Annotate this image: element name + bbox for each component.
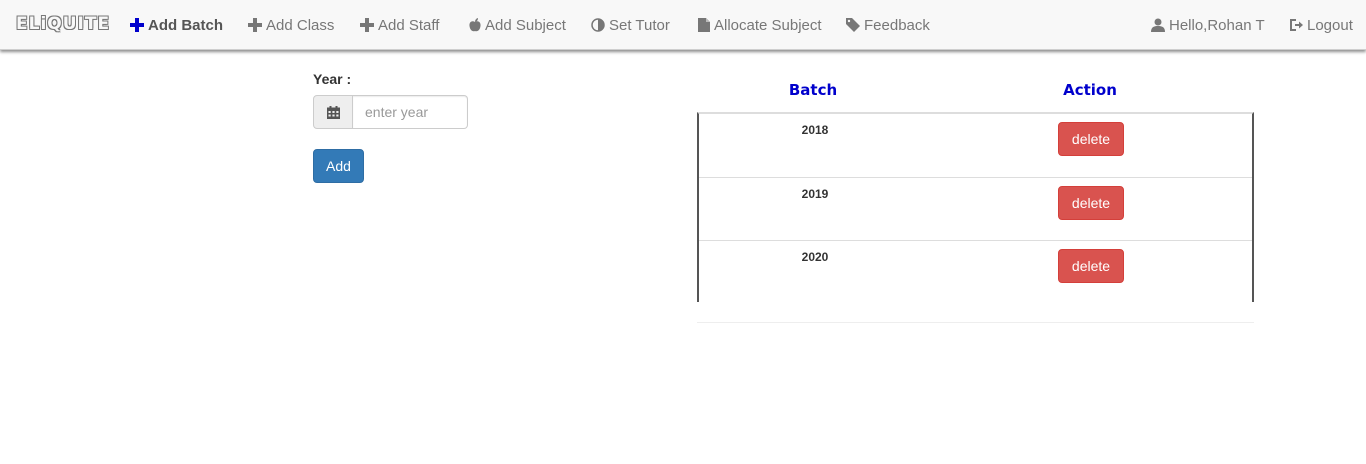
apple-icon	[469, 18, 481, 32]
nav-feedback[interactable]: Feedback	[846, 15, 930, 35]
nav-add-batch-label: Add Batch	[148, 16, 223, 34]
year-input-group	[313, 95, 468, 129]
logout-label: Logout	[1307, 16, 1353, 34]
batch-year-cell: 2020	[801, 250, 829, 264]
logout-icon	[1290, 19, 1303, 31]
plus-icon	[130, 18, 144, 32]
half-circle-icon	[591, 18, 605, 32]
user-greeting[interactable]: Hello,Rohan T	[1151, 15, 1265, 35]
nav-add-staff-label: Add Staff	[378, 16, 440, 34]
nav-add-subject[interactable]: Add Subject	[469, 15, 566, 35]
nav-add-subject-label: Add Subject	[485, 16, 566, 34]
table-row: 2020 delete	[699, 240, 1252, 303]
table-row: 2018 delete	[699, 114, 1252, 177]
nav-feedback-label: Feedback	[864, 16, 930, 34]
add-button[interactable]: Add	[313, 149, 364, 183]
nav-add-staff[interactable]: Add Staff	[360, 15, 439, 35]
file-icon	[698, 18, 710, 32]
year-input-addon	[313, 95, 353, 129]
plus-icon	[360, 18, 374, 32]
nav-add-class-label: Add Class	[266, 16, 335, 34]
year-input[interactable]	[353, 95, 468, 129]
year-label: Year :	[313, 71, 352, 87]
nav-set-tutor-label: Set Tutor	[609, 16, 670, 34]
user-greeting-label: Hello,Rohan T	[1169, 16, 1265, 34]
delete-button[interactable]: delete	[1058, 186, 1124, 220]
calendar-icon	[326, 105, 340, 119]
nav-set-tutor[interactable]: Set Tutor	[591, 15, 670, 35]
delete-button[interactable]: delete	[1058, 122, 1124, 156]
top-navbar: ELiQUITE Add Batch Add Class Add Staff A…	[0, 0, 1366, 50]
table-bottom-divider	[697, 322, 1254, 323]
batch-year-cell: 2019	[801, 187, 829, 201]
logout-link[interactable]: Logout	[1289, 15, 1353, 35]
batch-table: 2018 delete 2019 delete 2020 delete	[697, 112, 1254, 302]
delete-button[interactable]: delete	[1058, 249, 1124, 283]
plus-icon	[248, 18, 262, 32]
nav-allocate-subject[interactable]: Allocate Subject	[698, 15, 822, 35]
nav-add-batch[interactable]: Add Batch	[130, 15, 223, 35]
user-icon	[1151, 18, 1165, 32]
table-row: 2019 delete	[699, 177, 1252, 240]
brand-logo[interactable]: ELiQUITE	[16, 14, 110, 34]
batch-year-cell: 2018	[801, 123, 829, 137]
nav-allocate-subject-label: Allocate Subject	[714, 16, 822, 34]
nav-add-class[interactable]: Add Class	[248, 15, 334, 35]
action-column-header: Action	[1063, 81, 1117, 99]
tag-icon	[846, 18, 860, 32]
batch-column-header: Batch	[788, 81, 838, 99]
